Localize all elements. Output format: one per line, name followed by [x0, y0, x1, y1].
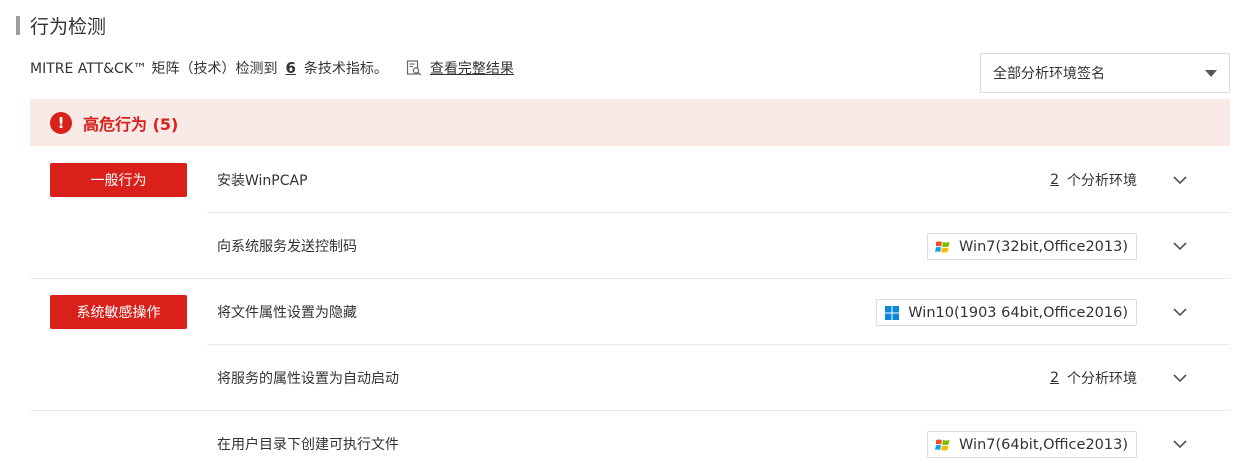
- windows10-icon: [885, 305, 900, 320]
- behavior-name: 将服务的属性设置为自动启动: [217, 371, 399, 387]
- chevron-down-icon[interactable]: [1172, 436, 1188, 452]
- summary-suffix: 条技术指标。: [303, 61, 388, 77]
- detection-summary: MITRE ATT&CK™ 矩阵（技术）检测到 6 条技术指标。 查看完整结果: [30, 58, 514, 78]
- view-full-results-label[interactable]: 查看完整结果: [430, 58, 514, 78]
- env-badge: Win10(1903 64bit,Office2016): [876, 299, 1137, 326]
- caret-down-icon: [1205, 70, 1217, 77]
- env-count[interactable]: 2 个分析环境: [1050, 147, 1137, 213]
- behavior-row[interactable]: 一般行为 安装WinPCAP 2 个分析环境: [30, 147, 1230, 213]
- summary-prefix: MITRE ATT&CK™ 矩阵（技术）检测到: [30, 61, 278, 77]
- behavior-row[interactable]: 向系统服务发送控制码 Win7(32bit,Office2013): [30, 213, 1230, 279]
- behavior-name: 在用户目录下创建可执行文件: [217, 437, 399, 453]
- high-risk-group-label: 高危行为 (5): [83, 114, 179, 134]
- env-badge: Win7(64bit,Office2013): [927, 431, 1137, 458]
- env-count-label: 个分析环境: [1067, 371, 1137, 387]
- alert-icon: !: [50, 111, 72, 134]
- high-risk-group-header: ! 高危行为 (5): [30, 99, 1230, 146]
- behavior-row[interactable]: 在用户目录下创建可执行文件 Win7(64bit,Office2013): [30, 411, 1230, 469]
- behavior-category-tag: 一般行为: [50, 163, 187, 197]
- view-full-results-link[interactable]: 查看完整结果: [406, 58, 514, 78]
- behavior-row[interactable]: 将服务的属性设置为自动启动 2 个分析环境: [30, 345, 1230, 411]
- env-count-number[interactable]: 2: [1050, 172, 1059, 188]
- chevron-down-icon[interactable]: [1172, 304, 1188, 320]
- technique-count[interactable]: 6: [285, 59, 295, 77]
- section-title: 行为检测: [30, 16, 107, 38]
- env-badge-label: Win10(1903 64bit,Office2016): [908, 304, 1128, 321]
- env-badge-label: Win7(64bit,Office2013): [959, 436, 1128, 453]
- env-count[interactable]: 2 个分析环境: [1050, 345, 1137, 411]
- env-badge-label: Win7(32bit,Office2013): [959, 238, 1128, 255]
- env-count-label: 个分析环境: [1067, 173, 1137, 189]
- behavior-name: 向系统服务发送控制码: [217, 239, 357, 255]
- behavior-name: 安装WinPCAP: [217, 173, 308, 189]
- document-search-icon: [406, 60, 421, 76]
- chevron-down-icon[interactable]: [1172, 370, 1188, 386]
- behavior-category-tag: 系统敏感操作: [50, 295, 187, 329]
- analysis-env-dropdown[interactable]: 全部分析环境签名: [980, 53, 1230, 93]
- title-accent-bar: [16, 16, 20, 35]
- chevron-down-icon[interactable]: [1172, 172, 1188, 188]
- behavior-name: 将文件属性设置为隐藏: [217, 305, 357, 321]
- env-badge: Win7(32bit,Office2013): [927, 233, 1137, 260]
- windows7-icon: [935, 439, 950, 450]
- chevron-down-icon[interactable]: [1172, 238, 1188, 254]
- windows7-icon: [935, 241, 950, 252]
- analysis-env-selected: 全部分析环境签名: [993, 66, 1105, 82]
- section-header: 行为检测: [16, 12, 106, 39]
- behavior-row[interactable]: 系统敏感操作 将文件属性设置为隐藏 Win10(1903 64bit,Offic…: [30, 279, 1230, 345]
- env-count-number[interactable]: 2: [1050, 370, 1059, 386]
